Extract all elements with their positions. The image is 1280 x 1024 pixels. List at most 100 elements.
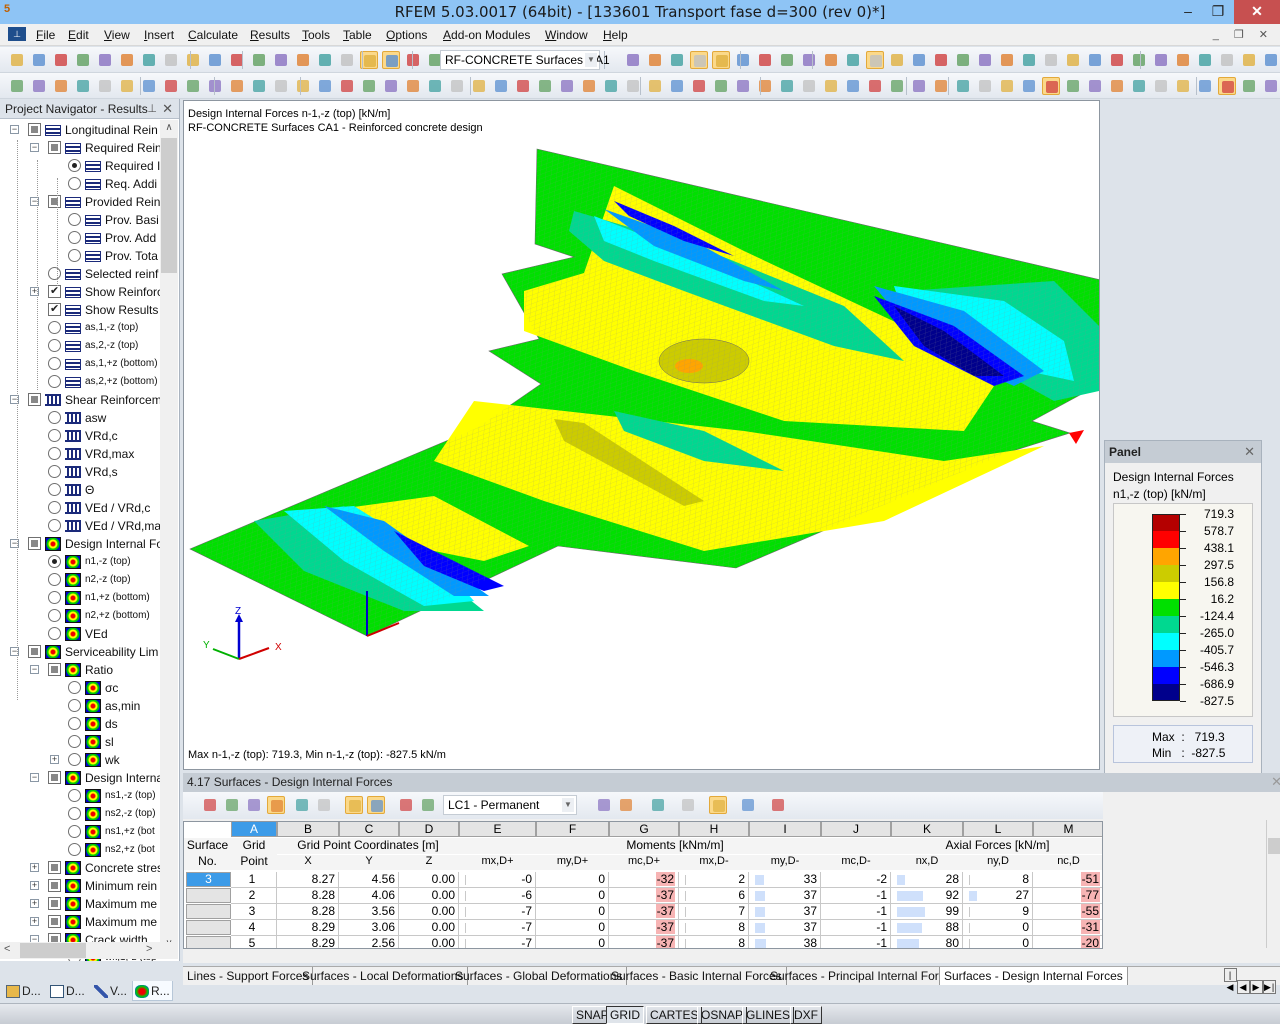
toolbar-button[interactable] xyxy=(910,77,928,95)
toolbar-button[interactable] xyxy=(1108,51,1126,69)
table-cell[interactable]: 37 xyxy=(749,904,821,920)
tree-item[interactable]: n2,-z (top) xyxy=(0,571,160,589)
table-toolbar-button[interactable] xyxy=(315,796,333,814)
tree-item[interactable]: asw xyxy=(0,409,160,427)
tree-item[interactable]: ns2,-z (top) xyxy=(0,805,160,823)
table-cell[interactable]: 27 xyxy=(963,888,1033,904)
tree-item[interactable]: n1,+z (bottom) xyxy=(0,589,160,607)
toolbar-button[interactable] xyxy=(756,77,774,95)
checkbox[interactable] xyxy=(28,393,41,406)
status-toggle-osnap[interactable]: OSNAP xyxy=(697,1006,748,1024)
collapse-icon[interactable]: − xyxy=(30,665,39,674)
radio-button[interactable] xyxy=(68,789,81,802)
close-icon[interactable]: ✕ xyxy=(1244,444,1255,460)
table-toolbar-button[interactable] xyxy=(419,796,437,814)
toolbar-button[interactable] xyxy=(1152,77,1170,95)
table-cell[interactable]: 4.56 xyxy=(339,872,399,888)
row-header[interactable]: 3 xyxy=(186,872,231,887)
radio-button[interactable] xyxy=(68,699,81,712)
expand-icon[interactable]: + xyxy=(30,881,39,890)
toolbar-button[interactable] xyxy=(1042,77,1060,95)
toolbar-button[interactable] xyxy=(382,51,400,69)
tree-item[interactable]: − Design Interna xyxy=(0,769,160,787)
table-cell[interactable]: 8 xyxy=(679,936,749,948)
tree-item[interactable]: as,2,+z (bottom) xyxy=(0,373,160,391)
radio-button[interactable] xyxy=(68,231,81,244)
toolbar-button[interactable] xyxy=(30,51,48,69)
table-cell[interactable]: 0 xyxy=(963,936,1033,948)
table-cell[interactable]: -0 xyxy=(459,872,536,888)
toolbar-button[interactable] xyxy=(184,77,202,95)
checkbox[interactable] xyxy=(48,195,61,208)
radio-button[interactable] xyxy=(48,483,61,496)
close-icon[interactable]: ✕ xyxy=(162,101,173,117)
table-cell[interactable]: 4 xyxy=(231,920,277,936)
tree-item[interactable]: − Shear Reinforcem xyxy=(0,391,160,409)
menu-calculate[interactable]: Calculate xyxy=(188,28,238,42)
toolbar-button[interactable] xyxy=(1218,77,1236,95)
table-cell[interactable]: -7 xyxy=(459,920,536,936)
column-header[interactable]: B xyxy=(277,822,339,837)
column-header[interactable]: L xyxy=(963,822,1033,837)
radio-button[interactable] xyxy=(68,717,81,730)
toolbar-button[interactable] xyxy=(96,51,114,69)
toolbar-button[interactable] xyxy=(470,77,488,95)
toolbar-button[interactable] xyxy=(1130,51,1148,69)
toolbar-button[interactable] xyxy=(404,77,422,95)
table-cell[interactable]: -37 xyxy=(609,888,679,904)
first-tab-icon[interactable]: |◀ xyxy=(1224,968,1237,992)
table-cell[interactable]: 99 xyxy=(891,904,963,920)
table-cell[interactable]: 8.27 xyxy=(277,872,339,888)
table-cell[interactable]: 3.56 xyxy=(339,904,399,920)
toolbar-button[interactable] xyxy=(294,77,312,95)
toolbar-button[interactable] xyxy=(866,77,884,95)
tree-item[interactable]: Prov. Basi xyxy=(0,211,160,229)
toolbar-button[interactable] xyxy=(492,77,510,95)
table-cell[interactable]: 8 xyxy=(679,920,749,936)
tab-results[interactable]: R... xyxy=(132,981,173,1001)
toolbar-button[interactable] xyxy=(888,51,906,69)
checkbox[interactable] xyxy=(48,302,61,316)
expand-icon[interactable]: + xyxy=(30,863,39,872)
table-cell[interactable]: -6 xyxy=(459,888,536,904)
tree-item[interactable]: − Longitudinal Rein xyxy=(0,121,160,139)
status-toggle-grid[interactable]: GRID xyxy=(606,1006,644,1024)
table-toolbar-button[interactable] xyxy=(367,796,385,814)
toolbar-button[interactable] xyxy=(1240,77,1258,95)
toolbar-button[interactable] xyxy=(140,77,158,95)
column-header[interactable]: J xyxy=(821,822,891,837)
tree-item[interactable]: as,min xyxy=(0,697,160,715)
toolbar-button[interactable] xyxy=(822,51,840,69)
tree-item[interactable]: as,1,+z (bottom) xyxy=(0,355,160,373)
toolbar-button[interactable] xyxy=(8,51,26,69)
table-toolbar-button[interactable] xyxy=(293,796,311,814)
toolbar-button[interactable] xyxy=(888,77,906,95)
scroll-thumb[interactable] xyxy=(161,138,177,273)
tree-item[interactable]: − Design Internal Fo xyxy=(0,535,160,553)
navigator-hscrollbar[interactable]: < > xyxy=(0,942,178,959)
radio-button[interactable] xyxy=(68,159,81,172)
table-cell[interactable]: 8.29 xyxy=(277,920,339,936)
toolbar-button[interactable] xyxy=(734,77,752,95)
collapse-icon[interactable]: − xyxy=(30,773,39,782)
table-cell[interactable]: -7 xyxy=(459,904,536,920)
column-header[interactable]: M xyxy=(1033,822,1102,837)
radio-button[interactable] xyxy=(48,555,61,568)
table-cell[interactable]: 8.28 xyxy=(277,904,339,920)
radio-button[interactable] xyxy=(48,429,61,442)
table-cell[interactable]: 8 xyxy=(963,872,1033,888)
toolbar-button[interactable] xyxy=(866,51,884,69)
radio-button[interactable] xyxy=(48,501,61,514)
radio-button[interactable] xyxy=(68,825,81,838)
tree-item[interactable]: Prov. Add xyxy=(0,229,160,247)
toolbar-button[interactable] xyxy=(272,77,290,95)
checkbox[interactable] xyxy=(28,123,41,136)
row-header[interactable] xyxy=(186,904,231,919)
radio-button[interactable] xyxy=(48,375,61,388)
table-cell[interactable]: 3 xyxy=(231,904,277,920)
radio-button[interactable] xyxy=(68,249,81,262)
model-3d-view[interactable] xyxy=(184,101,1100,770)
checkbox[interactable] xyxy=(48,879,61,892)
toolbar-button[interactable] xyxy=(646,51,664,69)
toolbar-button[interactable] xyxy=(558,77,576,95)
